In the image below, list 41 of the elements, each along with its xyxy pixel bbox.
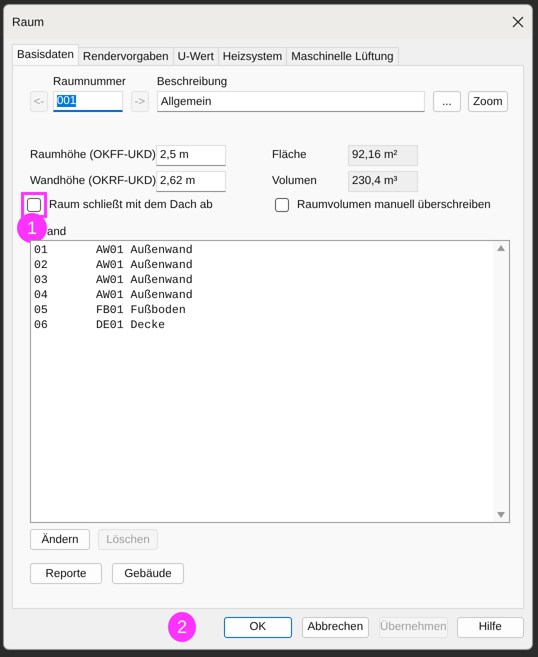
zoom-button[interactable]: Zoom [468, 91, 508, 112]
checkbox-label: Raumvolumen manuell überschreiben [297, 199, 491, 211]
dialog-button[interactable]: Abbrechen [302, 616, 370, 638]
field-label: Raumnummer [53, 76, 126, 88]
readout-field: 92,16 m² [348, 144, 418, 166]
scroll-down-icon[interactable] [497, 512, 505, 518]
list-row[interactable]: 03 AW01 Außenwand [34, 273, 490, 288]
checkbox[interactable] [27, 198, 41, 212]
close-icon[interactable] [512, 16, 524, 28]
browse-button[interactable]: ... [432, 91, 461, 112]
field-label: Wandhöhe (OKRF-UKD) [30, 175, 156, 187]
annotation-badge: 2 [168, 612, 196, 642]
room-number-field[interactable]: 001 [53, 91, 123, 112]
scroll-up-icon[interactable] [497, 245, 505, 251]
dialog-button[interactable]: OK [224, 616, 292, 638]
input-field[interactable]: 2,5 m [156, 144, 226, 166]
tab[interactable]: Basisdaten [12, 44, 79, 65]
tab[interactable]: Heizsystem [218, 47, 288, 65]
panel-button[interactable]: Gebäude [112, 563, 184, 584]
tab[interactable]: Rendervorgaben [78, 47, 174, 65]
field-label: Volumen [272, 175, 318, 187]
list-row[interactable]: 02 AW01 Außenwand [34, 258, 490, 273]
input-field[interactable]: 2,62 m [156, 170, 226, 192]
field-label: Beschreibung [156, 76, 228, 88]
field-label: Fläche [272, 149, 308, 161]
list-row[interactable]: 06 DE01 Decke [34, 318, 490, 333]
description-field[interactable]: Allgemein [156, 91, 425, 112]
list-row[interactable]: 05 FB01 Fußboden [34, 303, 490, 318]
panel-button[interactable]: Reporte [30, 563, 102, 584]
list-row[interactable]: 04 AW01 Außenwand [34, 288, 490, 303]
tab[interactable]: Maschinelle Lüftung [286, 47, 399, 65]
list-button[interactable]: Ändern [30, 529, 90, 550]
window-title: Raum [12, 15, 44, 29]
list-label: and [47, 226, 66, 238]
annotation-badge: 1 [17, 213, 47, 243]
readout-field: 230,4 m³ [348, 170, 418, 192]
field-label: Raumhöhe (OKFF-UKD) [30, 149, 156, 161]
dialog-button[interactable]: Hilfe [456, 616, 524, 638]
checkbox-label: Raum schließt mit dem Dach ab [49, 199, 213, 211]
list-row[interactable]: 01 AW01 Außenwand [34, 243, 490, 258]
checkbox[interactable] [275, 198, 289, 212]
